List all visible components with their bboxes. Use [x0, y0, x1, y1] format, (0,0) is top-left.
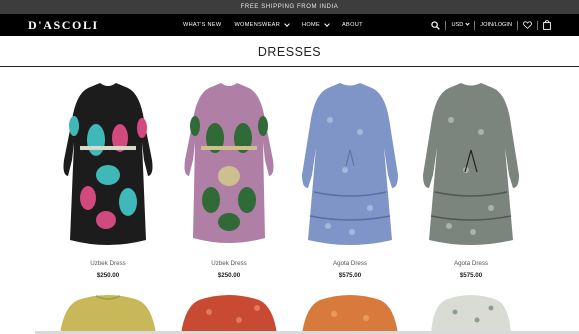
page-title: DRESSES	[257, 45, 322, 59]
product-name[interactable]: Uzbek Dress	[48, 260, 168, 267]
divider	[445, 20, 447, 30]
nav-item-label: WHAT'S NEW	[183, 22, 222, 28]
nav-item-label: HOME	[302, 22, 321, 28]
header-tools: USD JOIN/LOGIN	[431, 14, 551, 36]
bag-icon[interactable]	[543, 20, 551, 30]
heart-icon[interactable]	[523, 21, 532, 29]
currency-label: USD	[451, 22, 464, 28]
product-card[interactable]: Agota Dress $575.00	[411, 80, 531, 279]
product-price: $575.00	[459, 272, 483, 279]
chevron-down-icon	[324, 20, 330, 27]
product-name[interactable]: Agota Dress	[411, 260, 531, 267]
currency-selector[interactable]: USD	[451, 21, 470, 28]
brand-logo[interactable]: D'ASCOLI	[28, 18, 99, 33]
divider	[537, 20, 538, 30]
product-price: $575.00	[338, 272, 362, 279]
product-image[interactable]	[48, 292, 168, 334]
product-card-partial[interactable]	[411, 292, 531, 334]
account-link[interactable]: JOIN/LOGIN	[480, 22, 512, 28]
promo-bar: FREE SHIPPING FROM INDIA	[0, 0, 579, 14]
nav-item-womenswear[interactable]: WOMENSWEAR	[234, 20, 290, 28]
product-image[interactable]	[290, 292, 410, 334]
product-image[interactable]	[411, 292, 531, 334]
nav-item-home[interactable]: HOME	[302, 20, 330, 28]
product-card-partial[interactable]	[290, 292, 410, 334]
product-image[interactable]	[169, 292, 289, 334]
main-nav: WHAT'S NEW WOMENSWEAR HOME ABOUT	[183, 14, 376, 36]
product-card[interactable]: Uzbek Dress $250.00	[48, 80, 168, 279]
title-divider	[0, 66, 579, 67]
product-card-partial[interactable]	[169, 292, 289, 334]
search-icon[interactable]	[431, 20, 441, 30]
nav-item-label: WOMENSWEAR	[234, 22, 281, 28]
promo-text: FREE SHIPPING FROM INDIA	[240, 4, 339, 10]
product-image[interactable]	[169, 80, 289, 250]
product-card[interactable]: Uzbek Dress $250.00	[169, 80, 289, 279]
product-price: $250.00	[96, 272, 120, 279]
nav-item-about[interactable]: ABOUT	[342, 22, 363, 28]
chevron-down-icon	[465, 21, 470, 26]
product-image[interactable]	[290, 80, 410, 250]
product-image[interactable]	[48, 80, 168, 250]
product-card-partial[interactable]	[48, 292, 168, 334]
divider	[474, 20, 476, 30]
product-name[interactable]: Uzbek Dress	[169, 260, 289, 267]
divider	[517, 20, 518, 30]
main-header: D'ASCOLI WHAT'S NEW WOMENSWEAR HOME ABOU…	[0, 14, 579, 36]
chevron-down-icon	[284, 20, 290, 27]
product-card[interactable]: Agota Dress $575.00	[290, 80, 410, 279]
product-name[interactable]: Agota Dress	[290, 260, 410, 267]
nav-item-whats-new[interactable]: WHAT'S NEW	[183, 22, 221, 28]
product-image[interactable]	[411, 80, 531, 250]
nav-item-label: ABOUT	[342, 22, 363, 28]
product-price: $250.00	[217, 272, 241, 279]
